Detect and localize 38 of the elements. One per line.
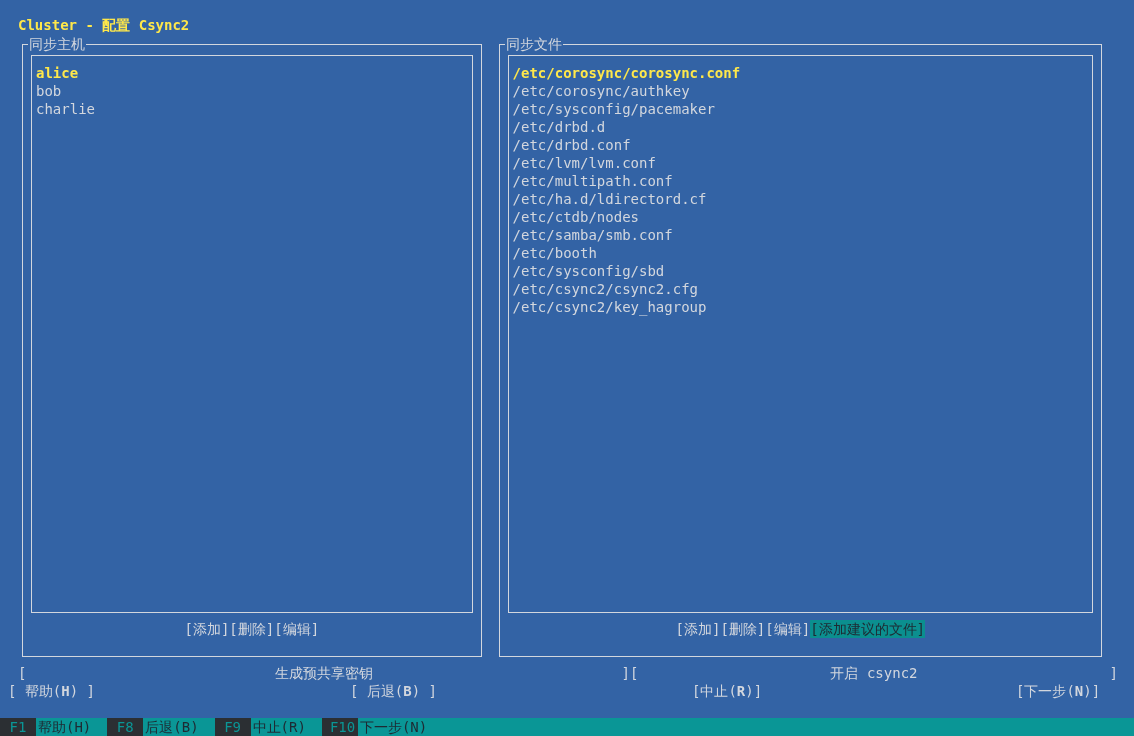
function-key[interactable]: F8 后退(B) [107,718,215,736]
nav-button[interactable]: [下一步(N)] [1016,682,1101,700]
list-item[interactable]: /etc/corosync/corosync.conf [512,64,741,82]
wide-button[interactable]: [ 开启 csync2 ] [630,664,1118,682]
nav-button[interactable]: [ 帮助(H) ] [8,682,96,700]
list-item[interactable]: /etc/drbd.conf [512,136,631,154]
list-item[interactable]: /etc/csync2/csync2.cfg [512,280,698,298]
list-item[interactable]: /etc/drbd.d [512,118,606,136]
list-item[interactable]: /etc/lvm/lvm.conf [512,154,656,172]
panel-button[interactable]: [删除] [720,620,766,638]
window-title: Cluster - 配置 Csync2 [17,16,190,34]
list-item[interactable]: /etc/sysconfig/pacemaker [512,100,715,118]
panel-title: 同步主机 [28,35,86,53]
wide-button[interactable]: [ 生成预共享密钥 ] [18,664,630,682]
list-item[interactable]: bob [36,82,62,100]
list-item[interactable]: /etc/booth [512,244,597,262]
panel-button[interactable]: [删除] [229,620,275,638]
list-item[interactable]: /etc/samba/smb.conf [512,226,673,244]
list-item[interactable]: /etc/corosync/authkey [512,82,690,100]
nav-button[interactable]: [中止(R)] [692,682,763,700]
panel-title: 同步文件 [504,35,563,53]
list-item[interactable]: /etc/multipath.conf [512,172,673,190]
list-item[interactable]: alice [36,64,79,82]
function-key[interactable]: F10 下一步(N) [321,718,444,736]
list-item[interactable]: charlie [36,100,95,118]
nav-button[interactable]: [ 后退(B) ] [350,682,438,700]
list-item[interactable]: /etc/ha.d/ldirectord.cf [512,190,707,208]
panel-button[interactable]: [添加] [184,620,230,638]
panel-button[interactable]: [添加] [675,620,721,638]
list-box[interactable]: alice bob charlie [31,55,473,613]
list-item[interactable]: /etc/csync2/key_hagroup [512,298,707,316]
function-key[interactable]: F9 中止(R) [214,718,322,736]
list-item[interactable]: /etc/ctdb/nodes [512,208,639,226]
panel-button[interactable]: [添加建议的文件] [810,620,925,638]
panel-button[interactable]: [编辑] [765,620,811,638]
panel-button[interactable]: [编辑] [274,620,320,638]
list-item[interactable]: /etc/sysconfig/sbd [512,262,665,280]
function-key[interactable]: F1 帮助(H) [0,718,108,736]
